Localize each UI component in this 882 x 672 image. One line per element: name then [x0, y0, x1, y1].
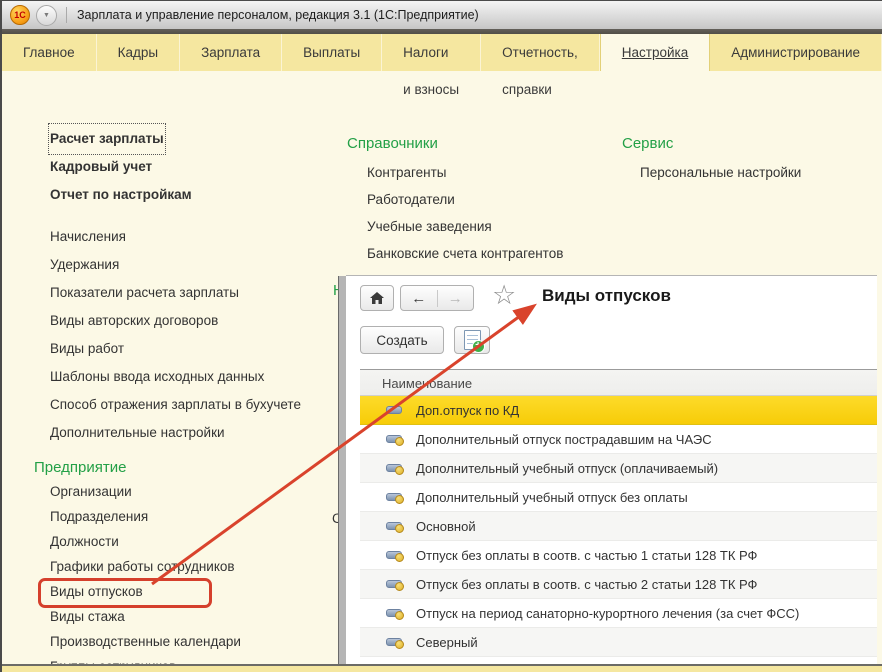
- create-group-button[interactable]: +: [454, 326, 490, 354]
- title-bar: 1С ▼ Зарплата и управление персоналом, р…: [2, 1, 882, 30]
- section-tab[interactable]: Администрирование: [710, 34, 882, 71]
- bottom-panel: [2, 666, 882, 672]
- section-tabbar: ГлавноеКадрыЗарплатаВыплатыНалоги и взно…: [2, 34, 882, 71]
- catalog-item-icon: [386, 580, 402, 588]
- catalog-item-icon: [386, 435, 402, 443]
- table-row[interactable]: Отпуск без оплаты в соотв. с частью 1 ст…: [360, 541, 877, 570]
- table-row[interactable]: Отпуск без оплаты в соотв. с частью 2 ст…: [360, 570, 877, 599]
- create-button-label: Создать: [376, 333, 427, 348]
- service-section-title: Сервис: [622, 135, 673, 152]
- history-nav-group: ← →: [400, 285, 474, 311]
- nav-link[interactable]: Показатели расчета зарплаты: [50, 279, 301, 307]
- vacation-types-table: Наименование Доп.отпуск по КД Дополнител…: [360, 369, 877, 657]
- catalog-item-icon: [386, 551, 402, 559]
- nav-link[interactable]: Подразделения: [50, 504, 148, 529]
- nav-link[interactable]: Начисления: [50, 223, 301, 251]
- nav-link[interactable]: Отчет по настройкам: [50, 181, 192, 209]
- section-tab[interactable]: Зарплата: [180, 34, 282, 71]
- catalog-item-icon: [386, 522, 402, 530]
- nav-link[interactable]: Способ отражения зарплаты в бухучете: [50, 391, 301, 419]
- arrow-left-icon: ←: [411, 290, 426, 307]
- create-button[interactable]: Создать: [360, 326, 444, 354]
- table-row[interactable]: Дополнительный учебный отпуск без оплаты: [360, 483, 877, 512]
- nav-link[interactable]: Учебные заведения: [367, 213, 563, 240]
- table-header-name[interactable]: Наименование: [360, 369, 877, 396]
- nav-link[interactable]: Виды стажа: [50, 604, 125, 629]
- row-label: Дополнительный учебный отпуск (оплачивае…: [416, 461, 718, 476]
- row-label: Северный: [416, 635, 478, 650]
- nav-link[interactable]: Виды отпусков: [50, 579, 143, 604]
- new-document-plus-icon: +: [464, 330, 481, 350]
- enterprise-section-title: Предприятие: [34, 459, 126, 476]
- section-tab[interactable]: Главное: [2, 34, 97, 71]
- primary-links: Расчет зарплатыКадровый учетОтчет по нас…: [50, 125, 192, 209]
- back-button[interactable]: ←: [401, 290, 438, 307]
- catalog-item-icon: [386, 493, 402, 501]
- titlebar-separator: [66, 7, 67, 23]
- nav-link[interactable]: Шаблоны ввода исходных данных: [50, 363, 301, 391]
- home-button[interactable]: [360, 285, 394, 311]
- table-row[interactable]: Доп.отпуск по КД: [360, 396, 877, 425]
- nav-link[interactable]: Виды авторских договоров: [50, 307, 301, 335]
- nav-link[interactable]: Контрагенты: [367, 159, 563, 186]
- table-row[interactable]: Отпуск на период санаторно-курортного ле…: [360, 599, 877, 628]
- nav-link[interactable]: Работодатели: [367, 186, 563, 213]
- catalogs-section-title: Справочники: [347, 135, 438, 152]
- row-label: Отпуск без оплаты в соотв. с частью 2 ст…: [416, 577, 757, 592]
- section-tab[interactable]: Настройка: [600, 34, 710, 71]
- nav-link[interactable]: Расчет зарплаты: [50, 125, 164, 153]
- window-edge-shadow: [338, 276, 346, 665]
- salary-setup-links: НачисленияУдержанияПоказатели расчета за…: [50, 223, 301, 447]
- home-icon: [369, 291, 385, 305]
- window-title: Виды отпусков: [542, 286, 671, 306]
- section-tab[interactable]: Кадры: [97, 34, 180, 71]
- nav-link[interactable]: Удержания: [50, 251, 301, 279]
- nav-link[interactable]: Должности: [50, 529, 119, 554]
- nav-link[interactable]: Банковские счета контрагентов: [367, 240, 563, 267]
- row-label: Дополнительный отпуск пострадавшим на ЧА…: [416, 432, 712, 447]
- nav-link[interactable]: Производственные календари: [50, 629, 241, 654]
- table-row[interactable]: Дополнительный отпуск пострадавшим на ЧА…: [360, 425, 877, 454]
- service-links: Персональные настройки: [640, 159, 801, 186]
- nav-link[interactable]: Кадровый учет: [50, 153, 152, 181]
- enterprise-links: ОрганизацииПодразделенияДолжностиГрафики…: [50, 479, 241, 664]
- table-row[interactable]: Дополнительный учебный отпуск (оплачивае…: [360, 454, 877, 483]
- main-menu-button[interactable]: ▼: [36, 5, 57, 26]
- section-tab[interactable]: Отчетность, справки: [481, 34, 600, 71]
- catalog-item-icon: [386, 464, 402, 472]
- table-row[interactable]: Северный: [360, 628, 877, 657]
- row-label: Дополнительный учебный отпуск без оплаты: [416, 490, 688, 505]
- app-window: 1С ▼ Зарплата и управление персоналом, р…: [0, 0, 882, 672]
- table-row[interactable]: Основной: [360, 512, 877, 541]
- nav-link[interactable]: Виды работ: [50, 335, 301, 363]
- nav-link[interactable]: Группы сотрудников: [50, 654, 176, 664]
- row-label: Доп.отпуск по КД: [416, 403, 519, 418]
- 1c-logo-icon: 1С: [10, 5, 30, 25]
- catalogs-links: КонтрагентыРаботодателиУчебные заведения…: [367, 159, 563, 267]
- vacation-types-window: ← → ☆ Виды отпусков Создать + Наименован…: [346, 275, 877, 665]
- row-label: Основной: [416, 519, 476, 534]
- row-label: Отпуск на период санаторно-курортного ле…: [416, 606, 799, 621]
- nav-link[interactable]: Графики работы сотрудников: [50, 554, 235, 579]
- catalog-item-icon: [386, 609, 402, 617]
- section-tab[interactable]: Налоги и взносы: [382, 34, 481, 71]
- nav-link[interactable]: Персональные настройки: [640, 159, 801, 186]
- forward-button[interactable]: →: [438, 290, 474, 307]
- app-title: Зарплата и управление персоналом, редакц…: [77, 8, 479, 22]
- section-tab[interactable]: Выплаты: [282, 34, 382, 71]
- arrow-right-icon: →: [448, 290, 463, 307]
- nav-link[interactable]: Дополнительные настройки: [50, 419, 301, 447]
- table-body: Доп.отпуск по КД Дополнительный отпуск п…: [360, 396, 877, 657]
- chevron-down-icon: ▼: [43, 12, 50, 19]
- catalog-item-icon: [386, 638, 402, 646]
- row-label: Отпуск без оплаты в соотв. с частью 1 ст…: [416, 548, 757, 563]
- nav-link[interactable]: Организации: [50, 479, 132, 504]
- catalog-item-icon: [386, 406, 402, 414]
- favorite-star-icon[interactable]: ☆: [492, 280, 516, 311]
